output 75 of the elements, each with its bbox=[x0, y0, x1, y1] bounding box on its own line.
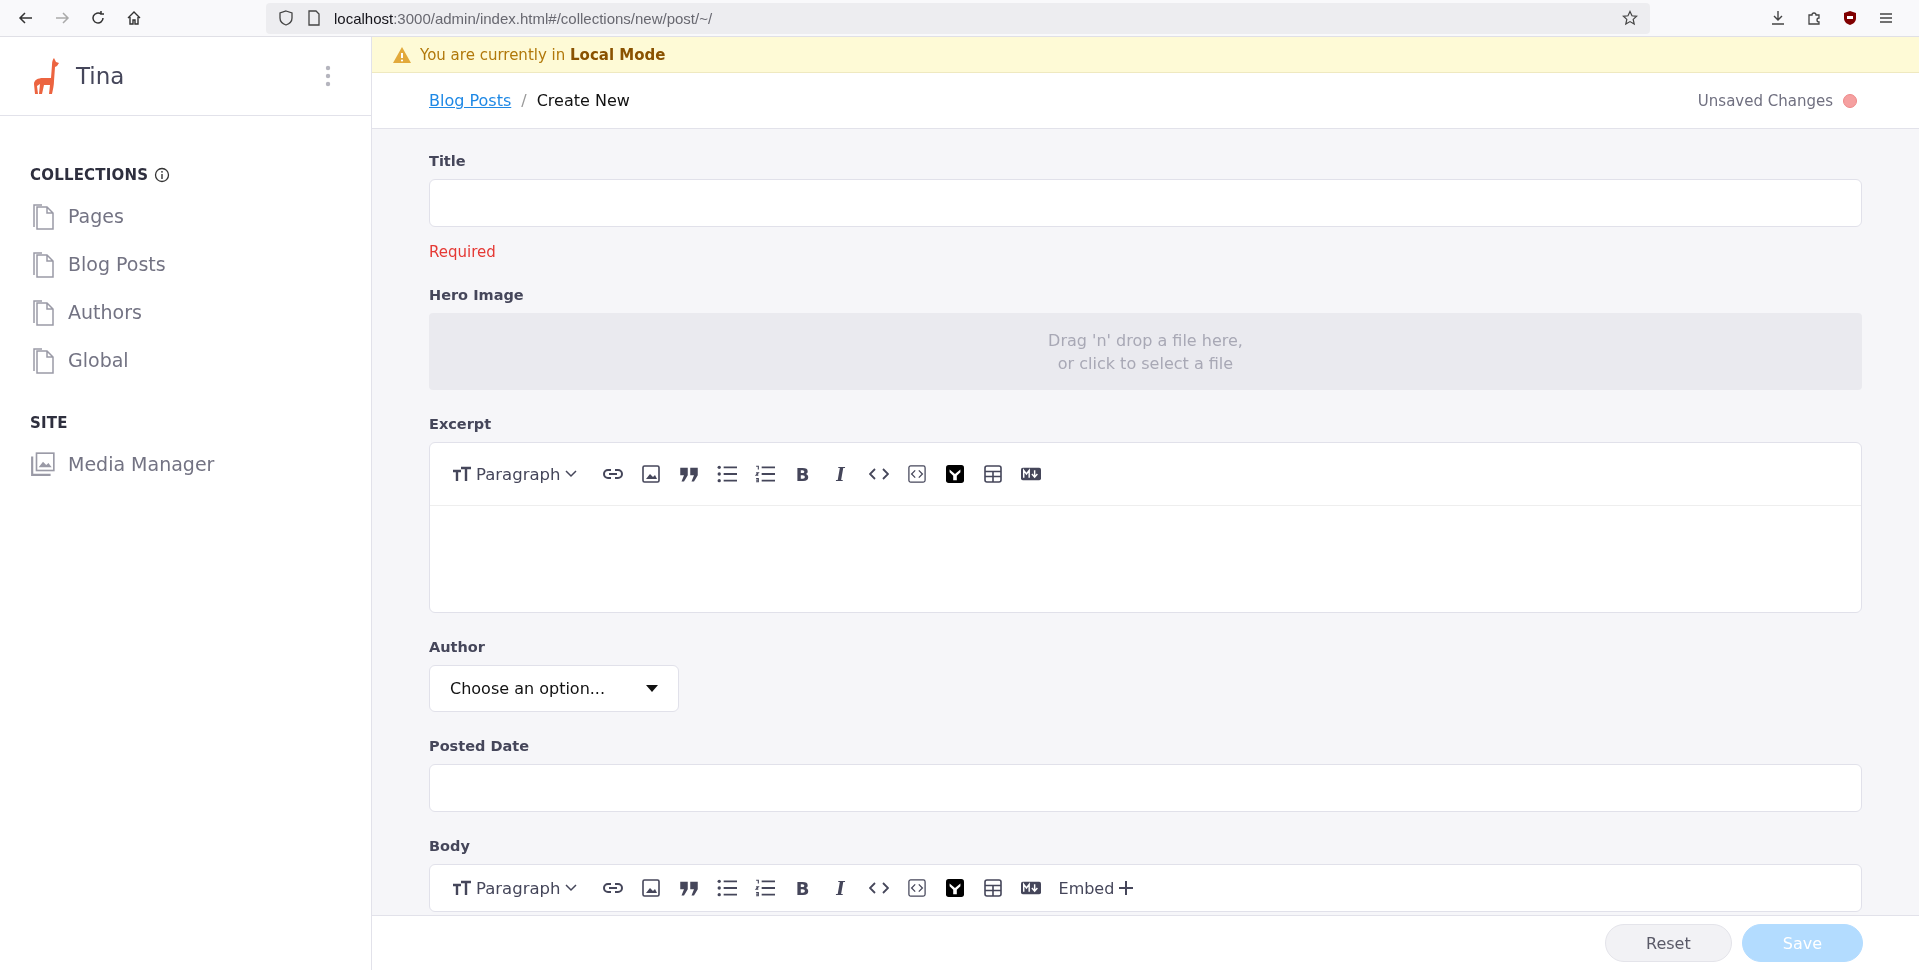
text-size-icon bbox=[452, 465, 472, 483]
drop-zone-hint: or click to select a file bbox=[1057, 353, 1234, 373]
input-field[interactable] bbox=[429, 764, 1862, 812]
documents-icon bbox=[30, 298, 56, 326]
documents-icon bbox=[30, 346, 56, 374]
drop-zone-hint: Drag 'n' drop a file here, bbox=[1048, 330, 1243, 350]
bold-button[interactable]: B bbox=[786, 873, 819, 903]
code-block-icon bbox=[906, 879, 927, 897]
text-size-icon bbox=[452, 879, 472, 897]
llama-logo-icon bbox=[32, 56, 62, 96]
brand-name: Tina bbox=[76, 63, 125, 89]
italic-button[interactable]: I bbox=[824, 459, 857, 489]
code-block-icon bbox=[906, 465, 927, 483]
error-text: Required bbox=[429, 243, 497, 261]
section-heading: SITE bbox=[30, 414, 68, 432]
field-label: Author bbox=[429, 639, 486, 655]
breadcrumb-current: Create New bbox=[536, 91, 630, 110]
markdown-icon bbox=[1020, 465, 1041, 483]
breadcrumb-link[interactable]: Blog Posts bbox=[429, 91, 512, 110]
markdown-icon bbox=[1020, 879, 1041, 897]
sidebar-item[interactable]: Blog Posts bbox=[30, 240, 341, 288]
chevron-down-icon bbox=[564, 470, 577, 478]
download-icon[interactable] bbox=[1770, 10, 1786, 26]
field-label: Excerpt bbox=[429, 416, 493, 432]
sidebar-item[interactable]: Pages bbox=[30, 192, 341, 240]
sidebar-item[interactable]: Global bbox=[30, 336, 341, 384]
url-text: localhost:3000/admin/index.html#/collections/new/post/~/ bbox=[334, 9, 713, 27]
sidebar-item[interactable]: Authors bbox=[30, 288, 341, 336]
field-label: Title bbox=[429, 153, 467, 169]
author-select[interactable]: Choose an option... bbox=[429, 665, 679, 712]
section-heading: COLLECTIONS bbox=[30, 166, 149, 184]
puzzle-icon[interactable] bbox=[1806, 10, 1822, 26]
address-bar[interactable]: localhost:3000/admin/index.html#/collections/new/post/~/ bbox=[266, 2, 1650, 34]
field-label: Posted Date bbox=[429, 738, 530, 754]
plus-icon bbox=[1118, 880, 1135, 896]
status-text: Unsaved Changes bbox=[1697, 91, 1833, 110]
shield-icon bbox=[278, 10, 294, 26]
image-icon bbox=[640, 879, 661, 897]
shield-extension-icon[interactable] bbox=[1842, 10, 1858, 26]
table-icon bbox=[982, 879, 1003, 897]
star-icon[interactable] bbox=[1622, 10, 1638, 26]
breadcrumb-separator: / bbox=[521, 91, 527, 110]
caret-icon bbox=[646, 684, 658, 693]
field-label: Hero Image bbox=[429, 287, 525, 303]
image-icon bbox=[640, 465, 661, 483]
field-label: Body bbox=[429, 838, 471, 854]
back-icon[interactable] bbox=[18, 10, 34, 26]
quote-icon bbox=[678, 465, 699, 483]
documents-icon bbox=[30, 202, 56, 230]
quote-icon bbox=[678, 879, 699, 897]
info-icon[interactable] bbox=[154, 167, 171, 183]
home-icon[interactable] bbox=[126, 10, 142, 26]
banner-text: You are currently in Local Mode bbox=[420, 45, 666, 64]
menu-icon[interactable] bbox=[1878, 10, 1894, 26]
sidebar-item[interactable]: Media Manager bbox=[30, 440, 341, 488]
reset-button[interactable]: Reset bbox=[1605, 924, 1732, 962]
bold-button[interactable]: B bbox=[786, 459, 819, 489]
paragraph-dropdown[interactable]: Paragraph bbox=[446, 874, 583, 902]
numbered-list-icon bbox=[754, 879, 775, 897]
y-logo-icon bbox=[944, 465, 965, 483]
reload-icon[interactable] bbox=[90, 10, 106, 26]
documents-icon bbox=[30, 250, 56, 278]
bulleted-list-icon bbox=[716, 465, 737, 483]
input-field[interactable] bbox=[429, 179, 1862, 227]
chevron-down-icon bbox=[564, 884, 577, 892]
italic-button[interactable]: I bbox=[824, 873, 857, 903]
y-logo-icon bbox=[944, 879, 965, 897]
page-icon bbox=[306, 10, 322, 26]
paragraph-dropdown[interactable]: Paragraph bbox=[446, 460, 583, 488]
warning-icon bbox=[392, 45, 412, 64]
numbered-list-icon bbox=[754, 465, 775, 483]
embed-button[interactable]: Embed bbox=[1052, 874, 1141, 902]
bulleted-list-icon bbox=[716, 879, 737, 897]
images-icon bbox=[30, 450, 56, 478]
table-icon bbox=[982, 465, 1003, 483]
